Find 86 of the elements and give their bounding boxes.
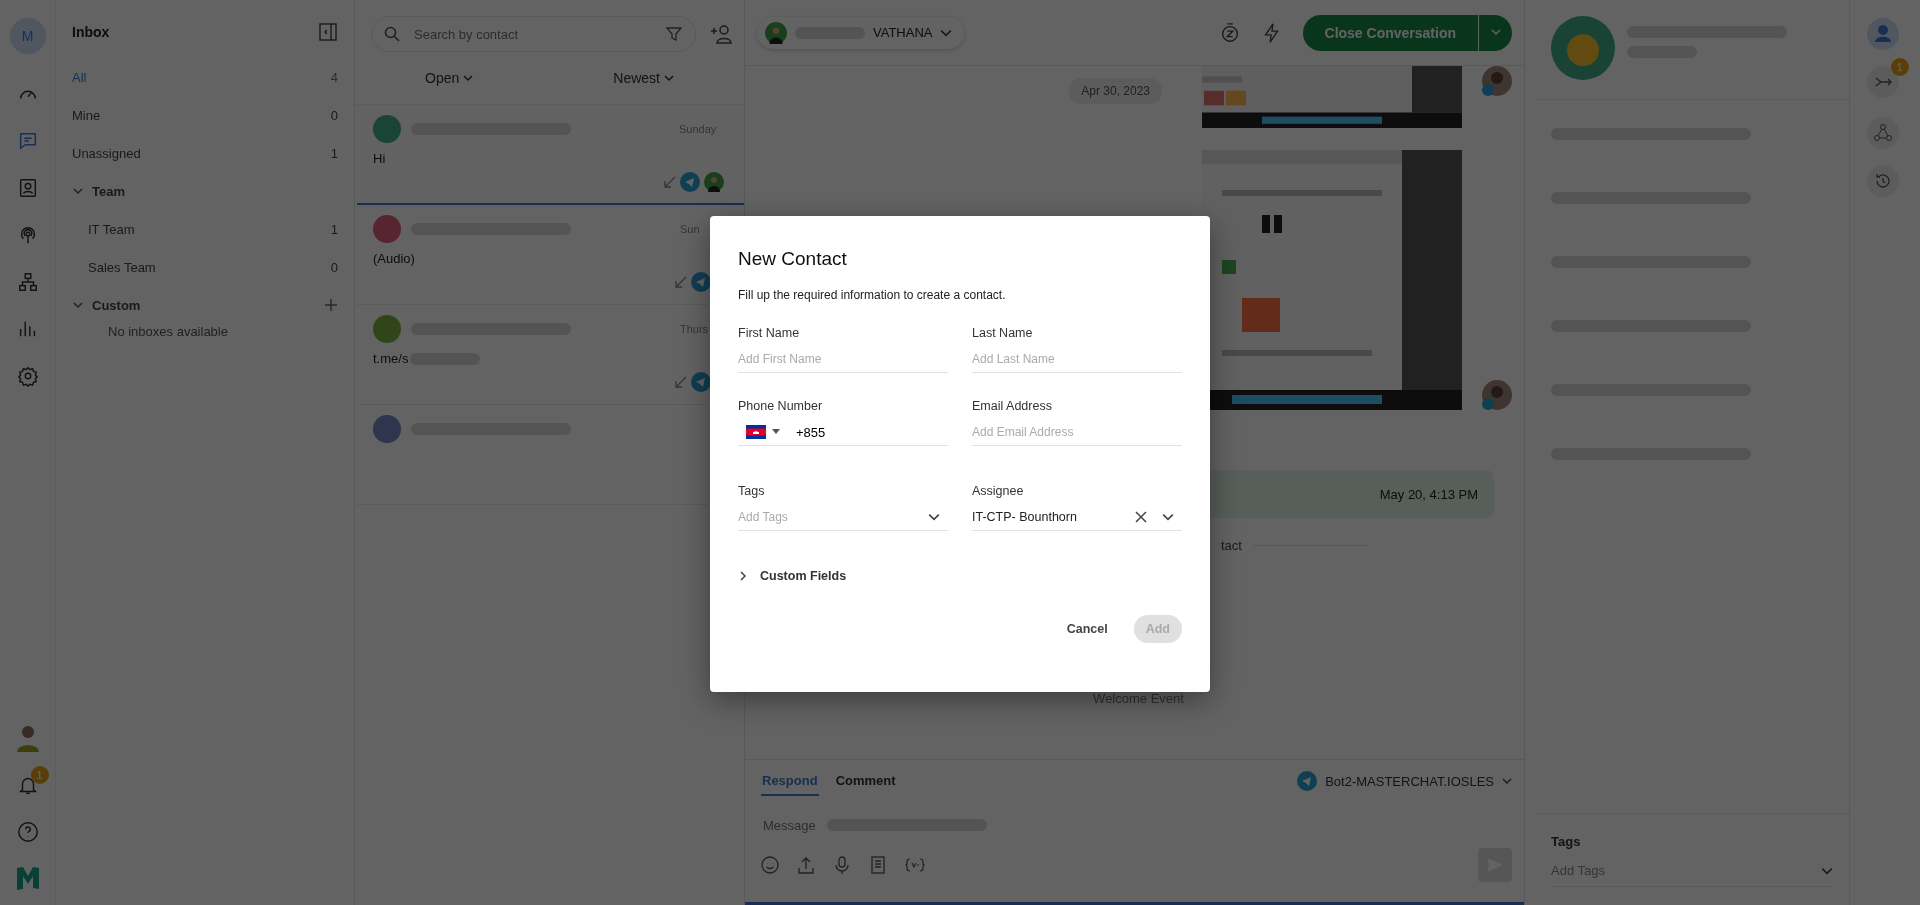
logo-icon <box>14 865 41 891</box>
chevron-icon[interactable] <box>72 185 84 197</box>
event-text: tact <box>1221 538 1242 553</box>
caret-icon <box>1490 27 1501 37</box>
agent-avatar-icon <box>765 21 787 44</box>
field-label: First Name <box>738 326 801 340</box>
incoming-arrow-icon <box>675 376 687 388</box>
sender-avatar-icon <box>1482 380 1512 410</box>
select-field[interactable]: Add Tags <box>738 504 948 531</box>
inbox-filter[interactable]: Mine 0 <box>72 96 338 134</box>
input-field[interactable]: Add Last Name <box>972 346 1182 373</box>
message-preview: (Audio) <box>373 251 415 266</box>
field-label: Assignee <box>972 484 1025 498</box>
agent-dropdown[interactable]: VATHANA <box>757 16 965 49</box>
message-time: May 20, 4:13 PM <box>1379 486 1478 502</box>
plus-icon[interactable] <box>324 298 338 312</box>
search-icon <box>384 26 400 42</box>
caret-icon <box>463 73 474 83</box>
channel-dropdown[interactable]: Bot2-MASTERCHAT.IOSLES <box>1297 771 1512 791</box>
microphone-icon[interactable] <box>833 856 851 874</box>
field-label: Phone Number <box>738 399 824 413</box>
field-label: Last Name <box>972 326 1034 340</box>
collapse-panel-icon[interactable] <box>318 22 338 42</box>
custom-fields-toggle[interactable]: Custom Fields <box>738 569 847 583</box>
filter-icon[interactable] <box>665 25 683 43</box>
sort-dropdown[interactable]: Newest <box>613 70 674 86</box>
caret-icon[interactable] <box>772 429 780 435</box>
section-title: Tags <box>1551 834 1582 849</box>
empty-message: No inboxes available <box>107 324 229 341</box>
help-icon[interactable] <box>16 821 39 843</box>
caret-icon <box>1502 776 1512 786</box>
agent-avatar-icon[interactable] <box>14 724 41 752</box>
field-label: Email Address <box>972 399 1053 413</box>
incoming-arrow-icon <box>664 176 676 188</box>
agent-avatar-icon <box>704 172 724 192</box>
chevron-icon <box>738 571 748 581</box>
hierarchy-icon[interactable] <box>16 271 39 293</box>
select-field[interactable]: IT-CTP- Bounthorn <box>972 504 1182 531</box>
telegram-icon <box>680 172 700 192</box>
date-chip: Apr 30, 2023 <box>1069 78 1162 104</box>
inbox-filter[interactable]: All 4 <box>72 58 338 96</box>
notification-badge: 1 <box>30 766 49 784</box>
field-label: Tags <box>738 484 766 498</box>
caret-icon <box>928 511 940 523</box>
phone-input[interactable]: +855 <box>794 423 898 441</box>
input-field[interactable]: Add Email Address <box>972 419 1182 446</box>
add-contact-icon[interactable] <box>710 24 732 44</box>
user-avatar[interactable]: M <box>9 18 46 54</box>
group-header[interactable]: Team <box>92 183 125 199</box>
notification-badge: 1 <box>1890 58 1909 76</box>
caret-icon <box>1162 511 1174 523</box>
agent-name: VATHANA <box>873 25 933 40</box>
dialog-subtitle: Fill up the required information to create a contact. <box>738 288 1007 302</box>
close-conversation-button[interactable]: Close Conversation <box>1302 14 1478 51</box>
upload-icon[interactable] <box>797 856 815 874</box>
caret-icon <box>664 73 674 83</box>
telegram-icon <box>1297 771 1318 791</box>
message-preview: t.me/s <box>373 351 409 366</box>
contact-icon[interactable] <box>1866 18 1899 50</box>
network-icon[interactable] <box>1866 117 1899 149</box>
channel-name: Bot2-MASTERCHAT.IOSLES <box>1325 773 1494 789</box>
cancel-button[interactable]: Cancel <box>1054 615 1120 643</box>
history-icon[interactable] <box>1866 165 1899 197</box>
inbox-filter[interactable]: Unassigned 1 <box>72 134 338 172</box>
message-preview: Hi <box>373 151 386 166</box>
merge-icon[interactable] <box>1866 66 1899 98</box>
composer-tab[interactable]: Comment <box>834 766 897 796</box>
input-field[interactable]: Add First Name <box>738 346 948 373</box>
team-item[interactable]: Sales Team 0 <box>72 248 338 286</box>
settings-icon[interactable] <box>16 365 39 387</box>
clear-icon[interactable] <box>1134 510 1148 524</box>
dialog-title: New Contact <box>738 248 848 270</box>
more-actions-button[interactable] <box>1478 14 1512 51</box>
chevron-icon[interactable] <box>72 299 84 311</box>
variable-icon[interactable] <box>905 858 925 872</box>
contact-avatar-icon <box>1551 16 1615 80</box>
sender-avatar-icon <box>1482 66 1512 96</box>
panel-title: Inbox <box>72 24 110 40</box>
incoming-arrow-icon <box>675 276 687 288</box>
status-dropdown[interactable]: Open <box>425 70 474 86</box>
group-header[interactable]: Custom <box>92 297 141 313</box>
template-icon[interactable] <box>869 856 887 874</box>
team-item[interactable]: IT Team 1 <box>72 210 338 248</box>
composer-tab[interactable]: Respond <box>761 766 819 796</box>
flag-icon[interactable] <box>746 425 766 439</box>
emoji-icon[interactable] <box>761 856 779 874</box>
